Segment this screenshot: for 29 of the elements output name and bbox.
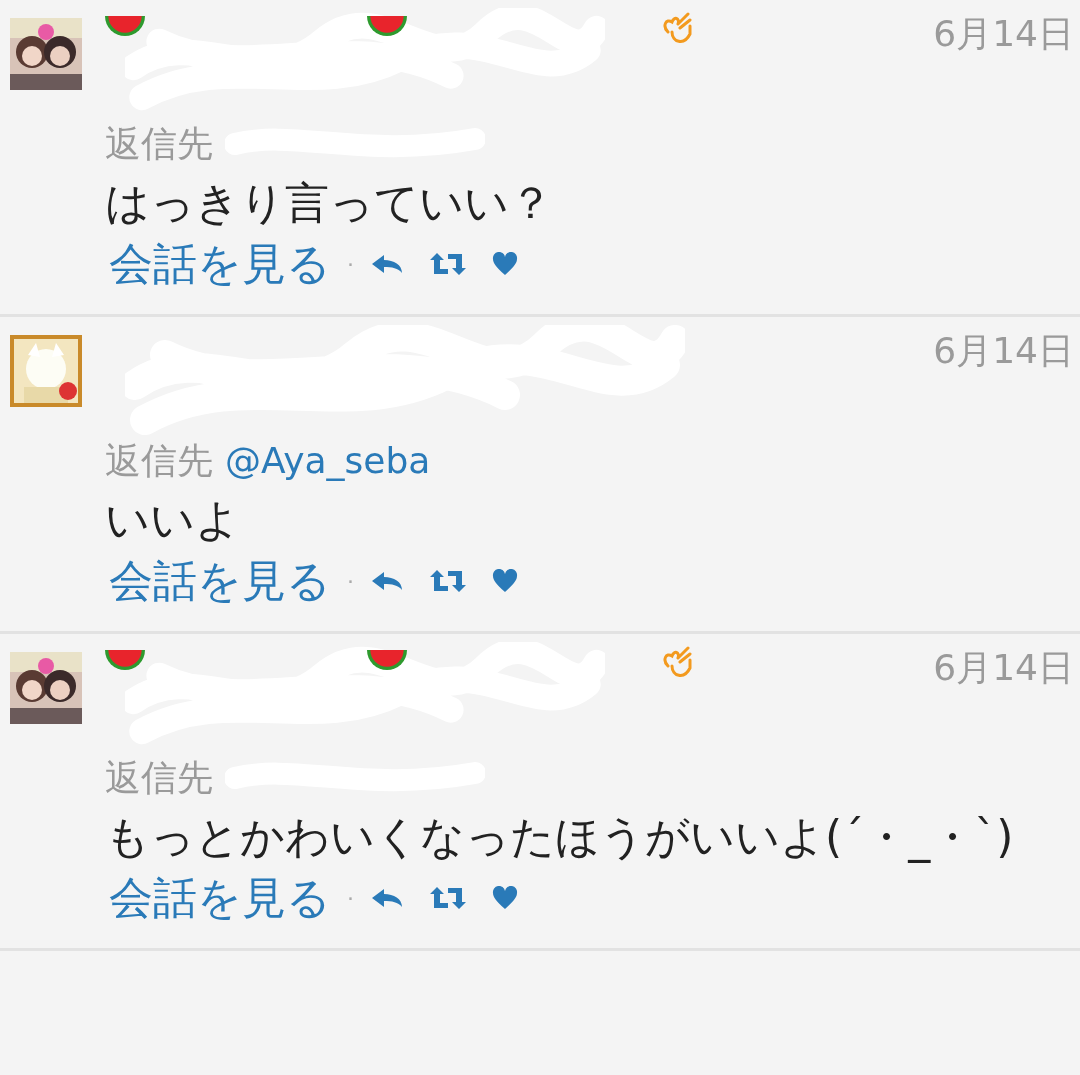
tweet-date: 6月14日 bbox=[933, 333, 1074, 369]
reply-icon[interactable] bbox=[370, 253, 404, 275]
heart-icon[interactable] bbox=[492, 252, 518, 276]
tweet-text: いいよ bbox=[105, 493, 241, 547]
view-conversation-link[interactable]: 会話を見る bbox=[105, 870, 331, 926]
view-conversation-link[interactable]: 会話を見る bbox=[105, 236, 331, 292]
reply-to-label: 返信先 bbox=[105, 756, 213, 800]
tweet-date: 6月14日 bbox=[933, 16, 1074, 52]
heart-icon[interactable] bbox=[492, 886, 518, 910]
watermelon-icon bbox=[367, 16, 407, 36]
watermelon-icon bbox=[367, 650, 407, 670]
view-conversation-link[interactable]: 会話を見る bbox=[105, 553, 331, 609]
retweet-icon[interactable] bbox=[428, 886, 468, 910]
separator-dot: · bbox=[347, 884, 354, 913]
reply-to-handle-link[interactable]: @Aya_seba bbox=[225, 437, 431, 485]
tweet-text: はっきり言っていい？ bbox=[105, 176, 554, 230]
watermelon-icon bbox=[105, 16, 145, 36]
reply-to-label: 返信先 bbox=[105, 122, 213, 166]
heart-icon[interactable] bbox=[492, 569, 518, 593]
reply-icon[interactable] bbox=[370, 570, 404, 592]
tweet-text: もっとかわいくなったほうがいいよ(´・_・`) bbox=[105, 810, 1015, 865]
retweet-icon[interactable] bbox=[428, 569, 468, 593]
reply-icon[interactable] bbox=[370, 887, 404, 909]
retweet-icon[interactable] bbox=[428, 252, 468, 276]
tweet-date: 6月14日 bbox=[933, 650, 1074, 686]
separator-dot: · bbox=[347, 250, 354, 279]
separator-dot: · bbox=[347, 567, 354, 596]
watermelon-icon bbox=[105, 650, 145, 670]
reply-to-label: 返信先 bbox=[105, 439, 213, 483]
